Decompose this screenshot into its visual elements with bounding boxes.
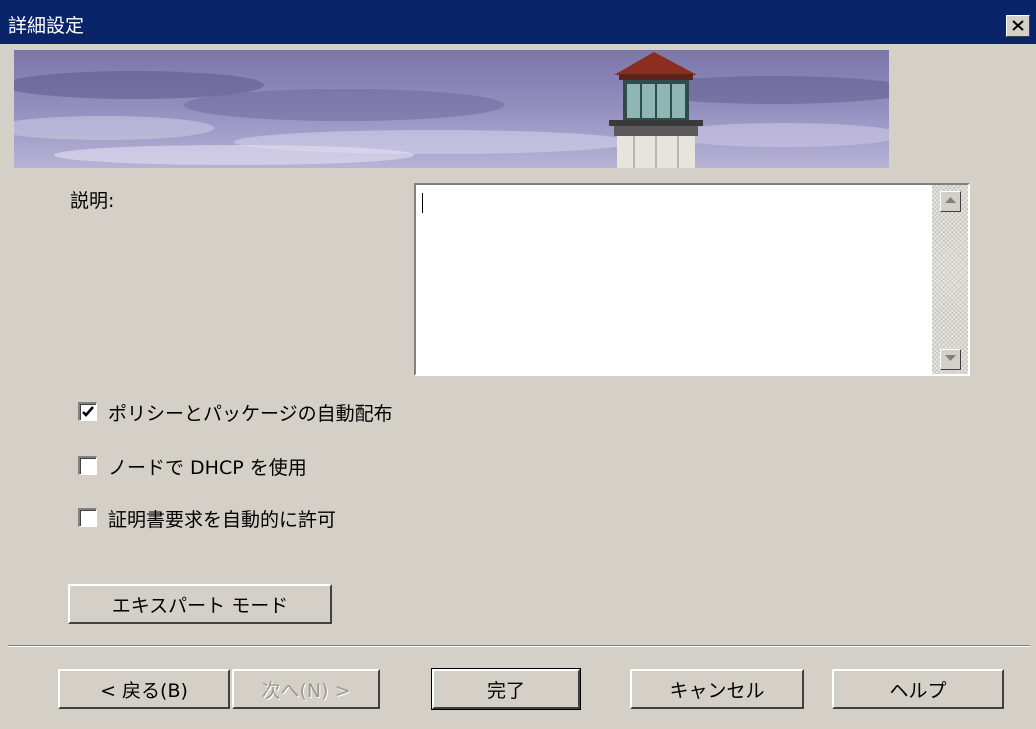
scroll-up-button[interactable] <box>940 191 961 212</box>
checkbox-label: ポリシーとパッケージの自動配布 <box>108 403 393 425</box>
checkmark-icon <box>82 406 94 417</box>
checkbox[interactable] <box>78 508 97 527</box>
window-title: 詳細設定 <box>8 15 85 37</box>
finish-button[interactable]: 完了 <box>431 668 581 710</box>
checkbox[interactable] <box>78 456 97 475</box>
vertical-scrollbar[interactable] <box>932 185 968 374</box>
arrow-down-icon <box>945 355 956 361</box>
scroll-down-button[interactable] <box>940 349 961 370</box>
title-bar: 詳細設定 <box>0 0 1036 44</box>
arrow-up-icon <box>945 197 956 203</box>
checkbox-label: ノードで DHCP を使用 <box>108 457 307 479</box>
close-icon <box>1012 20 1024 31</box>
next-button: 次へ(N) > <box>232 669 380 709</box>
description-label: 説明: <box>70 190 115 212</box>
checkbox-label: 証明書要求を自動的に許可 <box>108 509 337 531</box>
footer-separator <box>8 645 1030 647</box>
cancel-button[interactable]: キャンセル <box>630 669 804 709</box>
checkbox[interactable] <box>78 402 97 421</box>
close-button[interactable] <box>1006 15 1030 37</box>
help-button[interactable]: ヘルプ <box>832 669 1004 709</box>
back-button[interactable]: < 戻る(B) <box>58 669 230 709</box>
text-caret <box>422 193 423 213</box>
lighthouse-banner <box>14 50 889 168</box>
expert-mode-button[interactable]: エキスパート モード <box>68 584 332 624</box>
description-textarea[interactable] <box>414 183 970 376</box>
